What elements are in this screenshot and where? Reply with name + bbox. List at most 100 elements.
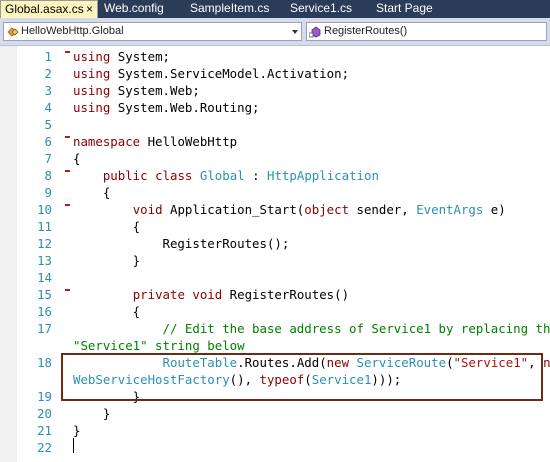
code-token: HttpApplication — [267, 168, 379, 183]
line-number: 5 — [44, 117, 52, 132]
code-token: , — [528, 355, 544, 370]
code-token: } — [73, 406, 111, 421]
code-token: "Service1" — [453, 355, 529, 370]
code-token: RegisterRoutes() — [222, 287, 350, 302]
code-text: } — [73, 252, 140, 269]
code-line[interactable]: 10 void Application_Start(object sender,… — [0, 201, 550, 218]
code-line[interactable]: 6 namespace HelloWebHttp — [0, 133, 550, 150]
code-line[interactable]: 2 using System.ServiceModel.Activation; — [0, 65, 550, 82]
code-token: { — [73, 219, 141, 234]
code-token: using — [73, 66, 111, 81]
document-tab-strip: Global.asax.cs × Web.config SampleItem.c… — [0, 0, 550, 18]
member-dropdown-value: RegisterRoutes() — [324, 25, 408, 37]
tab-label: Start Page — [376, 1, 433, 15]
code-text: private void RegisterRoutes() — [73, 286, 349, 303]
type-dropdown[interactable]: HelloWebHttp.Global — [3, 22, 302, 41]
code-line[interactable]: 8 public class Global : HttpApplication — [0, 167, 550, 184]
code-editor[interactable]: 1 using System; 2 using System.ServiceModel… — [0, 46, 550, 462]
code-line[interactable]: 11 { — [0, 218, 550, 235]
chevron-down-icon[interactable] — [292, 30, 298, 34]
code-text: { — [73, 218, 140, 235]
code-line[interactable]: WebServiceHostFactory(), typeof(Service1… — [0, 371, 550, 388]
code-token: { — [73, 185, 111, 200]
code-token: : — [244, 168, 268, 183]
code-text: using System.Web.Routing; — [73, 99, 260, 116]
code-token: void — [192, 287, 223, 302]
code-token: System.ServiceModel.Activation; — [110, 66, 350, 81]
line-number: 3 — [44, 83, 52, 98]
outline-collapse-icon[interactable] — [65, 51, 70, 53]
code-token: void — [132, 202, 163, 217]
code-line[interactable]: 4 using System.Web.Routing; — [0, 99, 550, 116]
code-token: Service1 — [311, 372, 372, 387]
code-line[interactable]: 15 private void RegisterRoutes() — [0, 286, 550, 303]
code-token: } — [73, 389, 141, 404]
code-line[interactable]: 22 — [0, 439, 550, 456]
code-token: } — [73, 253, 141, 268]
code-line[interactable]: 13 } — [0, 252, 550, 269]
code-token: public — [102, 168, 148, 183]
tab-web-config[interactable]: Web.config — [104, 0, 164, 18]
code-text: void Application_Start(object sender, Ev… — [73, 201, 506, 218]
code-text: RouteTable.Routes.Add(new ServiceRoute("… — [73, 354, 550, 371]
outline-collapse-icon[interactable] — [65, 289, 70, 291]
code-token: HelloWebHttp — [140, 134, 238, 149]
code-token: System; — [110, 49, 170, 64]
code-line[interactable]: 3 using System.Web; — [0, 82, 550, 99]
code-text: } — [73, 388, 140, 405]
code-line[interactable]: 20 } — [0, 405, 550, 422]
code-line[interactable]: 14 — [0, 269, 550, 286]
line-number: 8 — [44, 168, 52, 183]
code-line[interactable]: 9 { — [0, 184, 550, 201]
member-dropdown[interactable]: RegisterRoutes() — [306, 22, 547, 41]
code-line[interactable]: 18 RouteTable.Routes.Add(new ServiceRout… — [0, 354, 550, 371]
code-line[interactable]: 1 using System; — [0, 48, 550, 65]
code-line[interactable]: 21} — [0, 422, 550, 439]
code-token: class — [155, 168, 193, 183]
line-number: 7 — [44, 151, 52, 166]
code-token: // Edit the base address of Service1 by … — [162, 321, 550, 336]
outline-collapse-icon[interactable] — [65, 136, 70, 138]
line-number: 17 — [37, 321, 52, 336]
line-number: 20 — [37, 406, 52, 421]
tab-start-page[interactable]: Start Page — [376, 0, 433, 18]
code-token: ServiceRoute — [356, 355, 447, 370]
code-line[interactable]: 7{ — [0, 150, 550, 167]
line-number: 21 — [37, 423, 52, 438]
code-token: (), — [229, 372, 260, 387]
close-icon[interactable]: × — [86, 1, 93, 18]
code-token: object — [304, 202, 350, 217]
line-number: 11 — [37, 219, 52, 234]
code-line[interactable]: 16 { — [0, 303, 550, 320]
text-caret — [73, 438, 74, 453]
tab-label: SampleItem.cs — [190, 1, 270, 15]
code-token: System.Web.Routing; — [110, 100, 260, 115]
code-token: System.Web; — [110, 83, 200, 98]
tab-service1-cs[interactable]: Service1.cs — [290, 0, 352, 18]
tab-sampleitem-cs[interactable]: SampleItem.cs — [190, 0, 269, 18]
outline-collapse-icon[interactable] — [65, 204, 70, 206]
line-number: 19 — [37, 389, 52, 404]
outline-collapse-icon[interactable] — [65, 170, 70, 172]
code-token: using — [73, 49, 111, 64]
code-token: "Service1" string below — [73, 338, 245, 353]
class-icon — [6, 26, 20, 38]
tab-global-asax-cs[interactable]: Global.asax.cs × — [0, 0, 98, 18]
line-number: 1 — [44, 49, 52, 64]
line-number: 18 — [37, 355, 52, 370]
line-number: 15 — [37, 287, 52, 302]
code-text: RegisterRoutes(); — [73, 235, 290, 252]
code-line[interactable]: 17 // Edit the base address of Service1 … — [0, 320, 550, 337]
code-line[interactable]: 19 } — [0, 388, 550, 405]
code-line[interactable]: "Service1" string below — [0, 337, 550, 354]
tab-label: Service1.cs — [290, 1, 353, 15]
code-line[interactable]: 12 RegisterRoutes(); — [0, 235, 550, 252]
code-line[interactable]: 5 — [0, 116, 550, 133]
code-token: using — [73, 100, 111, 115]
